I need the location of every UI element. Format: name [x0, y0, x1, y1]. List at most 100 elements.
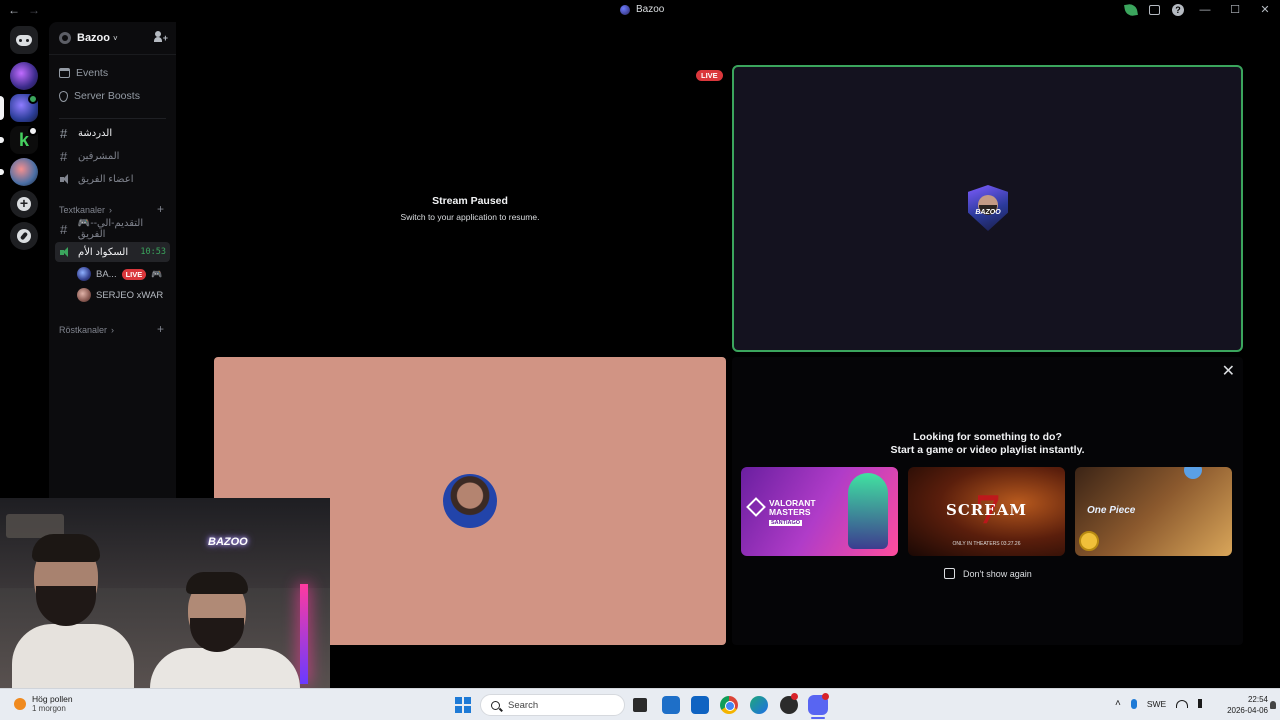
close-window-button[interactable]: ✕ — [1256, 3, 1274, 16]
minimize-button[interactable]: — — [1196, 4, 1214, 16]
back-arrow-icon[interactable]: ← — [8, 3, 20, 17]
active-server-indicator — [0, 96, 4, 120]
wifi-icon[interactable] — [1176, 699, 1189, 708]
user-name: SERJEO xWAR — [96, 289, 164, 301]
category-textkanaler[interactable]: Textkanaler › — [59, 205, 112, 215]
search-placeholder: Search — [508, 699, 539, 711]
channel-name: السكواد الأم — [78, 246, 129, 258]
hash-icon: # — [60, 221, 68, 237]
activity-card-scream[interactable]: 7 SCREAM ONLY IN THEATERS 03.27.26 — [908, 467, 1065, 556]
checkbox-icon[interactable] — [944, 568, 955, 579]
nitro-leaf-icon[interactable] — [1124, 2, 1138, 17]
activity-card-valorant[interactable]: VALORANT MASTERS SANTIAGO — [741, 467, 898, 556]
header-divider — [49, 54, 176, 55]
discover-button[interactable] — [10, 222, 38, 250]
voice-connected-badge — [28, 94, 38, 104]
inbox-icon[interactable] — [1149, 4, 1160, 15]
suggestion-subtitle: Start a game or video playlist instantly… — [890, 444, 1085, 456]
avatar: BAZOO — [964, 185, 1012, 233]
microsoft-store-icon[interactable] — [662, 696, 680, 714]
history-nav: ← → — [8, 3, 40, 17]
taskbar-search[interactable]: Search — [480, 694, 625, 716]
volume-icon[interactable] — [1198, 699, 1208, 708]
webcam-person — [12, 532, 134, 694]
outlook-icon[interactable] — [691, 696, 709, 714]
unread-indicator — [0, 169, 4, 175]
pollen-icon — [14, 698, 26, 710]
calendar-icon — [59, 68, 70, 78]
active-voice-channel[interactable]: السكواد الأم 10:53 — [55, 242, 170, 262]
speaker-icon — [60, 173, 73, 185]
create-channel-icon[interactable]: + — [157, 202, 164, 216]
server-icon-1[interactable] — [10, 62, 38, 90]
avatar — [77, 288, 91, 302]
gamepad-icon: 🎮 — [151, 268, 163, 279]
language-indicator[interactable]: SWE — [1147, 699, 1166, 709]
rgb-lamp — [300, 584, 308, 684]
add-server-button[interactable]: + — [10, 190, 38, 218]
orb-art — [1184, 467, 1202, 479]
text-channel[interactable]: # المشرفين — [55, 146, 170, 166]
invite-people-icon[interactable]: + — [154, 31, 168, 43]
stream-paused-title: Stream Paused — [432, 195, 508, 207]
activity-suggestion-panel: ✕ Looking for something to do? Start a g… — [732, 357, 1243, 645]
dont-show-again-label: Don't show again — [963, 568, 1032, 579]
task-view-icon[interactable] — [633, 698, 647, 712]
notification-bell-icon[interactable] — [1270, 701, 1276, 709]
channel-name: المشرفين — [78, 150, 120, 162]
card-subtitle: SANTIAGO — [769, 520, 803, 526]
card-title: SCREAM — [946, 501, 1027, 519]
neon-sign: BAZOO — [208, 536, 248, 548]
weather-line2: 1 morgon — [32, 704, 66, 713]
card-subtitle: ONLY IN THEATERS 03.27.26 — [952, 541, 1021, 547]
clock-date: 2026-04-06 — [1227, 706, 1268, 715]
close-icon[interactable]: ✕ — [1222, 361, 1235, 381]
voice-user[interactable]: BA... LIVE 🎮 — [77, 265, 162, 283]
microphone-icon[interactable] — [1130, 698, 1137, 709]
edge-icon[interactable] — [750, 696, 768, 714]
suggestion-title: Looking for something to do? — [913, 431, 1062, 443]
windows-taskbar: Hög pollen 1 morgon Search ˄ SWE 22:54 2… — [0, 688, 1280, 720]
guild-gear-icon — [59, 32, 71, 44]
server-icon-4[interactable] — [10, 158, 38, 186]
card-title: One Piece — [1087, 505, 1136, 516]
dont-show-again-checkbox[interactable]: Don't show again — [944, 568, 1032, 579]
help-icon[interactable]: ? — [1172, 3, 1184, 16]
text-channel[interactable]: # الدردشة — [55, 123, 170, 143]
forward-arrow-icon[interactable]: → — [28, 3, 40, 17]
start-button[interactable] — [455, 697, 471, 713]
chrome-icon[interactable] — [720, 696, 738, 714]
chevron-up-icon[interactable]: ˄ — [1115, 698, 1121, 709]
paused-stream-tile[interactable]: Stream Paused Switch to your application… — [214, 66, 726, 352]
compass-icon — [17, 229, 31, 243]
live-badge: LIVE — [121, 268, 147, 280]
participant-tile-speaking[interactable]: BAZOO — [732, 65, 1243, 352]
avatar — [443, 474, 497, 528]
discord-logo-icon — [16, 34, 32, 46]
voice-channel[interactable]: اعضاء الفريق — [55, 169, 170, 189]
clock[interactable]: 22:54 2026-04-06 — [1224, 694, 1268, 716]
voice-user[interactable]: SERJEO xWAR — [77, 286, 163, 304]
card-title: VALORANT MASTERS SANTIAGO — [769, 498, 816, 526]
events-link[interactable]: Events — [59, 67, 108, 79]
direct-messages-button[interactable] — [10, 26, 38, 54]
stream-paused-subtitle: Switch to your application to resume. — [400, 212, 540, 222]
weather-widget[interactable]: Hög pollen 1 morgon — [14, 694, 73, 714]
chevron-down-icon: › — [109, 205, 113, 215]
maximize-button[interactable]: ☐ — [1226, 3, 1244, 16]
hash-icon: # — [60, 148, 68, 164]
activity-card-one-piece[interactable]: One Piece — [1075, 467, 1232, 556]
channel-sidebar: Bazoo ˅ + Events Server Boosts # الدردشة… — [49, 22, 176, 500]
create-channel-icon[interactable]: + — [157, 322, 164, 336]
text-channel[interactable]: # 🎮-التقديم-الي-الفريق — [55, 218, 170, 240]
weather-line1: Hög pollen — [32, 694, 73, 704]
category-rostkanaler[interactable]: Röstkanaler › — [59, 325, 114, 335]
server-boosts-link[interactable]: Server Boosts — [59, 90, 140, 102]
speaker-icon — [60, 246, 73, 258]
avatar — [77, 267, 91, 281]
guild-header[interactable]: Bazoo ˅ + — [49, 22, 176, 54]
title-bar-actions: ? — ☐ ✕ — [1124, 2, 1274, 17]
webcam-person — [150, 572, 300, 694]
category-label: Röstkanaler — [59, 325, 108, 335]
hash-icon: # — [60, 125, 68, 141]
